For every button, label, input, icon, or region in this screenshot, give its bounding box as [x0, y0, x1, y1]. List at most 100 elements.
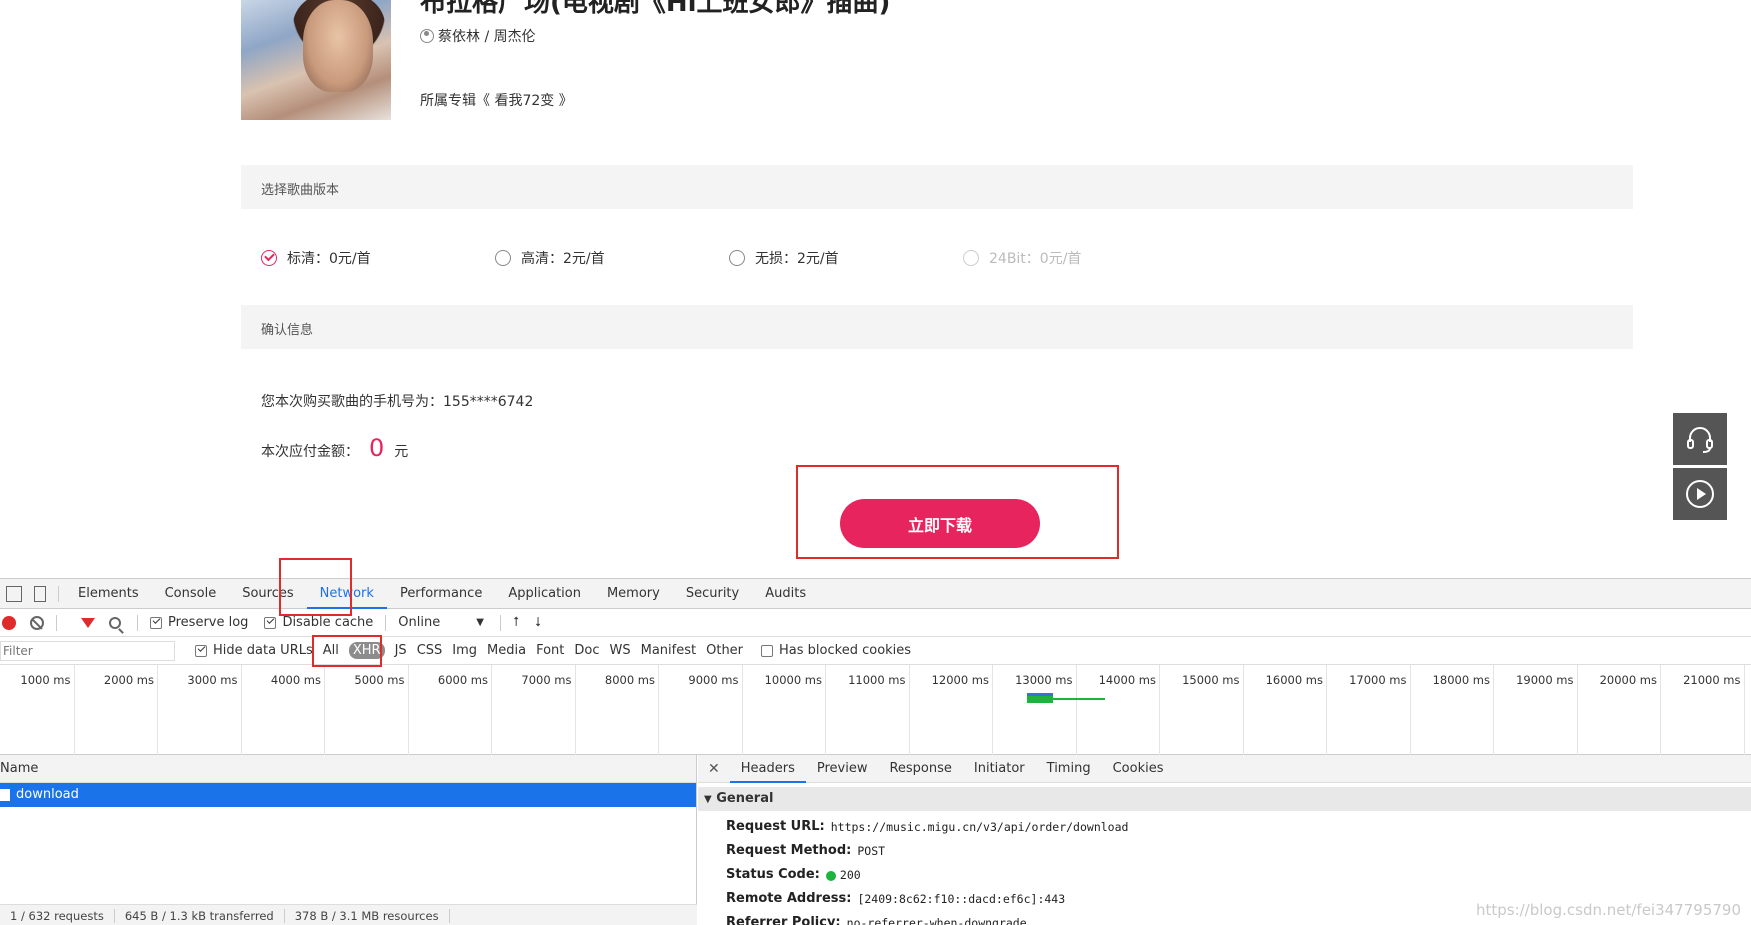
payment-amount: 0	[369, 434, 385, 462]
request-details-panel: ✕ Headers Preview Response Initiator Tim…	[698, 755, 1751, 925]
version-label: 标清：0元/首	[287, 251, 371, 267]
tab-sources[interactable]: Sources	[229, 579, 306, 609]
tab-network[interactable]: Network	[306, 579, 387, 609]
type-filter-xhr[interactable]: XHR	[348, 642, 385, 659]
export-har-icon[interactable]: ⭣	[535, 615, 541, 630]
column-header-name[interactable]: Name	[0, 755, 696, 783]
tab-response[interactable]: Response	[878, 755, 962, 783]
inspect-element-icon[interactable]	[6, 585, 22, 602]
disable-cache-label: Disable cache	[282, 615, 374, 630]
tab-security[interactable]: Security	[673, 579, 752, 609]
general-section-header[interactable]: ▼ General	[698, 787, 1751, 811]
timeline-tick: 9000 ms	[659, 665, 743, 755]
request-url-row: Request URL: https://music.migu.cn/v3/ap…	[726, 819, 1129, 834]
radio-icon	[963, 250, 979, 266]
timeline-tick: 13000 ms	[993, 665, 1077, 755]
checkbox-icon[interactable]	[761, 644, 774, 657]
type-filter-css[interactable]: CSS	[417, 643, 443, 658]
type-filter-img[interactable]: Img	[452, 643, 477, 658]
type-filter-all[interactable]: All	[323, 643, 339, 658]
album-name[interactable]: 所属专辑《 看我72变 》	[420, 90, 573, 110]
close-icon[interactable]: ✕	[698, 761, 730, 777]
throttle-value: Online	[398, 615, 441, 630]
disable-cache-checkbox[interactable]: Disable cache	[264, 615, 373, 630]
tab-elements[interactable]: Elements	[65, 579, 152, 609]
radio-icon[interactable]	[495, 250, 511, 266]
play-circle-icon	[1686, 480, 1714, 508]
record-icon[interactable]	[2, 615, 16, 630]
watermark: https://blog.csdn.net/fei347795790	[1475, 901, 1741, 919]
checkbox-checked-icon[interactable]	[195, 644, 207, 657]
version-label: 高清：2元/首	[521, 251, 605, 267]
waterfall-bar	[1027, 693, 1053, 703]
preserve-log-checkbox[interactable]: Preserve log	[150, 615, 248, 630]
resources-size: 378 B / 3.1 MB resources	[285, 908, 450, 923]
customer-service-button[interactable]	[1673, 413, 1727, 465]
timeline-tick: 2000 ms	[75, 665, 158, 755]
type-filter-manifest[interactable]: Manifest	[641, 643, 696, 658]
version-label: 无损：2元/首	[755, 251, 839, 267]
status-code-row: Status Code: 200	[726, 867, 861, 882]
tab-performance[interactable]: Performance	[387, 579, 495, 609]
filter-input[interactable]	[0, 640, 175, 661]
request-list: Name download 1 / 632 requests 645 B / 1…	[0, 755, 697, 925]
headset-icon	[1687, 427, 1713, 453]
waterfall-line	[1053, 698, 1105, 700]
timeline-tick: 16000 ms	[1244, 665, 1327, 755]
tab-console[interactable]: Console	[152, 579, 230, 609]
request-row[interactable]: download	[0, 783, 696, 807]
request-count: 1 / 632 requests	[0, 908, 115, 923]
clear-icon[interactable]	[30, 615, 44, 630]
timeline-tick: 20000 ms	[1578, 665, 1661, 755]
timeline-tick: 3000 ms	[158, 665, 242, 755]
devtools-panel: Elements Console Sources Network Perform…	[0, 558, 1751, 925]
network-filter-bar: Hide data URLs All XHR JS CSS Img Media …	[0, 637, 1751, 665]
download-now-button[interactable]: 立即下载	[840, 499, 1040, 548]
timeline-tick: 18000 ms	[1411, 665, 1494, 755]
checkbox-checked-icon[interactable]	[264, 616, 277, 629]
version-option-standard[interactable]: 标清：0元/首	[261, 248, 371, 268]
artist-names[interactable]: 蔡依林 / 周杰伦	[438, 26, 536, 46]
hide-data-urls-checkbox[interactable]: Hide data URLs	[195, 643, 313, 658]
throttle-select[interactable]: Online ▼	[398, 615, 484, 630]
timeline-tick: 8000 ms	[576, 665, 659, 755]
request-method-row: Request Method: POST	[726, 843, 886, 858]
payment-label: 本次应付金额：	[261, 444, 359, 460]
network-timeline-overview[interactable]: 1000 ms 2000 ms 3000 ms 4000 ms 5000 ms 6000 …	[0, 665, 1751, 755]
preserve-log-label: Preserve log	[168, 615, 249, 630]
tab-initiator[interactable]: Initiator	[963, 755, 1036, 783]
filter-icon[interactable]	[81, 617, 95, 628]
tab-cookies[interactable]: Cookies	[1102, 755, 1175, 783]
device-toolbar-icon[interactable]	[34, 585, 46, 602]
checkbox-checked-icon[interactable]	[150, 616, 162, 629]
tab-application[interactable]: Application	[495, 579, 594, 609]
type-filter-doc[interactable]: Doc	[574, 643, 599, 658]
play-float-button[interactable]	[1673, 468, 1727, 520]
import-har-icon[interactable]: ⭡	[513, 615, 519, 630]
type-filter-js[interactable]: JS	[395, 643, 407, 658]
version-options: 标清：0元/首 高清：2元/首 无损：2元/首 24Bit：0元/首	[0, 248, 1751, 268]
artist-line: 蔡依林 / 周杰伦	[420, 26, 536, 46]
timeline-tick: 17000 ms	[1327, 665, 1411, 755]
tab-preview[interactable]: Preview	[806, 755, 879, 783]
tab-audits[interactable]: Audits	[752, 579, 819, 609]
type-filter-ws[interactable]: WS	[610, 643, 631, 658]
timeline-tick: 14000 ms	[1077, 665, 1160, 755]
blocked-cookies-checkbox[interactable]: Has blocked cookies	[761, 643, 911, 658]
details-tab-bar: ✕ Headers Preview Response Initiator Tim…	[698, 755, 1751, 783]
type-filter-media[interactable]: Media	[487, 643, 526, 658]
song-title: 布拉格广场(电视剧《Hi上班女郎》插曲)	[420, 0, 891, 18]
tab-headers[interactable]: Headers	[729, 755, 806, 783]
version-section-header: 选择歌曲版本	[241, 165, 1633, 209]
type-filter-font[interactable]: Font	[536, 643, 564, 658]
tab-memory[interactable]: Memory	[594, 579, 673, 609]
version-option-24bit: 24Bit：0元/首	[963, 248, 1081, 268]
version-option-hq[interactable]: 高清：2元/首	[495, 248, 605, 268]
radio-checked-icon[interactable]	[261, 250, 277, 266]
search-icon[interactable]	[109, 616, 121, 629]
version-option-lossless[interactable]: 无损：2元/首	[729, 248, 839, 268]
radio-icon[interactable]	[729, 250, 745, 266]
timeline-tick: 5000 ms	[325, 665, 409, 755]
type-filter-other[interactable]: Other	[706, 643, 743, 658]
tab-timing[interactable]: Timing	[1036, 755, 1102, 783]
